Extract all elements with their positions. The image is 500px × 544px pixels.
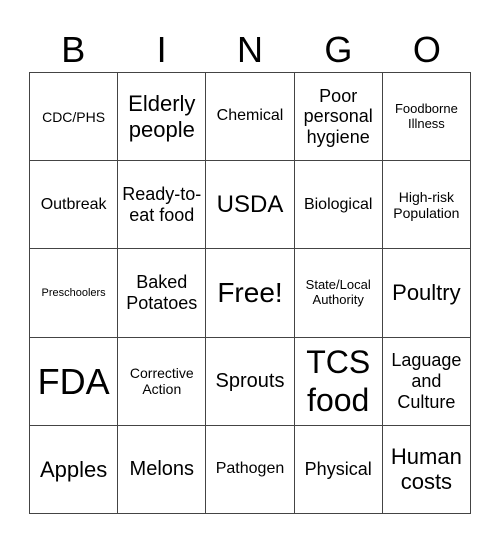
bingo-cell[interactable]: Baked Potatoes	[118, 249, 207, 338]
header-letter-g: G	[324, 29, 353, 70]
bingo-cell[interactable]: Chemical	[206, 73, 295, 162]
bingo-cell[interactable]: Elderly people	[118, 73, 207, 162]
bingo-cell[interactable]: Foodborne Illness	[382, 73, 471, 162]
bingo-cell[interactable]: Pathogen	[206, 425, 295, 514]
bingo-cell[interactable]: Melons	[118, 425, 207, 514]
bingo-cell[interactable]: CDC/PHS	[30, 73, 119, 162]
bingo-header: B I N G O	[29, 28, 471, 72]
bingo-cell[interactable]: Laguage and Culture	[382, 337, 471, 426]
bingo-cell[interactable]: Apples	[30, 425, 119, 514]
bingo-cell[interactable]: TCS food	[294, 337, 383, 426]
bingo-cell[interactable]: Preschoolers	[30, 249, 119, 338]
bingo-cell[interactable]: Poor personal hygiene	[294, 73, 383, 162]
bingo-grid: CDC/PHS Elderly people Chemical Poor per…	[29, 72, 471, 514]
bingo-cell[interactable]: High-risk Population	[382, 161, 471, 250]
bingo-cell[interactable]: Poultry	[382, 249, 471, 338]
bingo-cell[interactable]: Physical	[294, 425, 383, 514]
bingo-cell[interactable]: Sprouts	[206, 337, 295, 426]
bingo-cell[interactable]: Corrective Action	[118, 337, 207, 426]
header-letter-o: O	[412, 29, 441, 70]
header-letter-b: B	[61, 29, 86, 70]
bingo-cell[interactable]: Ready-to-eat food	[118, 161, 207, 250]
bingo-cell[interactable]: USDA	[206, 161, 295, 250]
bingo-cell[interactable]: Human costs	[382, 425, 471, 514]
bingo-cell[interactable]: Biological	[294, 161, 383, 250]
free-space[interactable]: Free!	[206, 249, 295, 338]
header-letter-i: I	[156, 29, 167, 70]
bingo-cell[interactable]: FDA	[30, 337, 119, 426]
bingo-cell[interactable]: Outbreak	[30, 161, 119, 250]
header-letter-n: N	[237, 29, 264, 70]
bingo-cell[interactable]: State/Local Authority	[294, 249, 383, 338]
